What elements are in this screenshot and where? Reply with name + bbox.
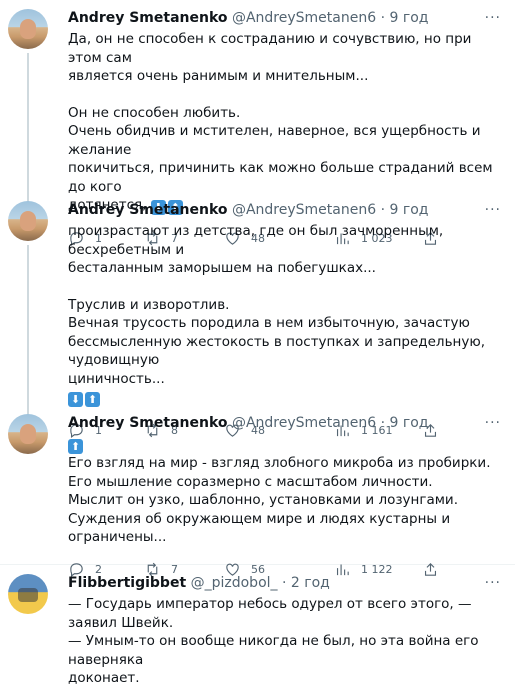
text-line: доконает. [68,670,140,686]
separator: · [281,575,287,591]
tweet[interactable]: ··· Flibbertigibbet @_pizdobol_ · 2 год … [0,565,515,686]
separator: · [380,202,386,218]
thread-connector [27,245,29,417]
up-arrow-emoji: ⬆ [68,439,83,454]
author-handle[interactable]: @AndreySmetanen6 [232,415,376,431]
text-line: произрастают из детства, где он был зачм… [68,223,444,258]
text-line: Суждения об окружающем мире и людях куст… [68,510,451,546]
tweet-text: Да, он не способен к состраданию и сочув… [68,30,503,215]
author-handle[interactable]: @AndreySmetanen6 [232,10,376,26]
more-options-icon[interactable]: ··· [485,415,501,431]
text-line: Да, он не способен к состраданию и сочув… [68,31,472,66]
text-line: является очень ранимым и мнительным... [68,68,369,84]
tweet-text: произрастают из детства, где он был зачм… [68,222,503,407]
author-name[interactable]: Andrey Smetanenko [68,415,228,431]
tweet-header: Flibbertigibbet @_pizdobol_ · 2 год [68,574,503,592]
tweet-text: ⬆ Его взгляд на мир - взгляд злобного ми… [68,435,503,547]
avatar[interactable] [8,414,48,454]
text-line: бессмысленную жестокость в поступках и з… [68,333,485,369]
more-options-icon[interactable]: ··· [485,202,501,218]
more-options-icon[interactable]: ··· [485,10,501,26]
tweet[interactable]: ··· Andrey Smetanenko @AndreySmetanen6 ·… [0,192,515,438]
avatar[interactable] [8,574,48,614]
text-line: Вечная трусость породила в нем избыточну… [68,315,470,331]
timestamp[interactable]: 2 год [291,575,330,591]
text-line: циничность... [68,370,165,387]
author-name[interactable]: Flibbertigibbet [68,575,186,591]
tweet[interactable]: ··· Andrey Smetanenko @AndreySmetanen6 ·… [0,405,515,578]
text-line: бесталанным заморышем на побегушках... [68,260,376,276]
timeline: ··· Andrey Smetanenko @AndreySmetanen6 ·… [0,0,515,686]
avatar[interactable] [8,201,48,241]
tweet[interactable]: ··· Andrey Smetanenko @AndreySmetanen6 ·… [0,0,515,246]
author-name[interactable]: Andrey Smetanenko [68,202,228,218]
separator: · [380,415,386,431]
avatar[interactable] [8,9,48,49]
timestamp[interactable]: 9 год [389,415,428,431]
author-handle[interactable]: @_pizdobol_ [191,575,278,591]
emoji-line: ⬆ [68,435,503,454]
text-line: Его мышление соразмерно с масштабом личн… [68,473,433,490]
text-line: Мыслит он узко, шаблонно, установками и … [68,492,458,508]
tweet-text: — Государь император небось одурел от вс… [68,595,503,688]
thread-connector [27,53,29,204]
author-name[interactable]: Andrey Smetanenko [68,10,228,26]
timestamp[interactable]: 9 год [389,202,428,218]
timestamp[interactable]: 9 год [389,10,428,26]
more-options-icon[interactable]: ··· [485,575,501,591]
text-line: — Государь император небось одурел от вс… [68,596,472,631]
text-line: покичиться, причинить как можно больше с… [68,160,493,195]
tweet-header: Andrey Smetanenko @AndreySmetanen6 · 9 г… [68,201,503,219]
separator: · [380,10,386,26]
author-handle[interactable]: @AndreySmetanen6 [232,202,376,218]
text-line: — Умным-то он вообще никогда не был, но … [68,633,479,668]
text-line: Труслив и изворотлив. [68,296,230,313]
text-line: Его взгляд на мир - взгляд злобного микр… [68,455,491,471]
text-line: Он не способен любить. [68,104,241,121]
text-line: Очень обидчив и мстителен, наверное, вся… [68,123,481,158]
tweet-header: Andrey Smetanenko @AndreySmetanen6 · 9 г… [68,9,503,27]
tweet-header: Andrey Smetanenko @AndreySmetanen6 · 9 г… [68,414,503,432]
